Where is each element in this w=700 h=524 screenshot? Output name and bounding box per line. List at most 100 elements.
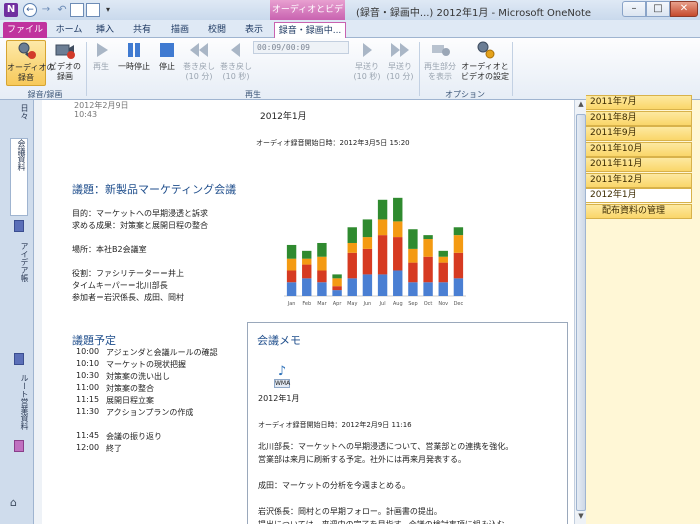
agenda-purpose[interactable]: 目的：マーケットへの早期浸透と訴求 xyxy=(72,208,208,219)
notebook-tray-icon[interactable]: ⌂ xyxy=(10,496,24,510)
tab-insert[interactable]: 挿入 xyxy=(88,22,122,38)
memo-file-date: 2012年1月 xyxy=(258,394,300,403)
page-tab[interactable]: 2011年7月 xyxy=(586,95,692,110)
dock-to-desktop-icon[interactable] xyxy=(70,3,84,17)
schedule-item[interactable]: マーケットの現状把握 xyxy=(106,359,186,370)
window-title: (録音・録画中...) 2012年1月 - Microsoft OneNote xyxy=(356,8,592,19)
schedule-time[interactable]: 11:45 xyxy=(76,431,99,440)
schedule-item[interactable]: アクションプランの作成 xyxy=(106,407,193,418)
schedule-item[interactable]: 終了 xyxy=(106,443,122,454)
show-playback-section-button[interactable]: 再生部分 を表示 xyxy=(421,40,459,86)
scrollbar-thumb[interactable] xyxy=(576,114,586,511)
chart-bar-segment xyxy=(302,278,312,296)
customize-qat-icon[interactable]: ▾ xyxy=(103,3,113,17)
schedule-time[interactable]: 10:10 xyxy=(76,359,99,368)
page-tab[interactable]: 2011年10月 xyxy=(586,141,692,157)
pause-button[interactable]: 一時停止 xyxy=(115,40,153,86)
close-button[interactable]: ✕ xyxy=(670,1,698,17)
wma-file-icon[interactable]: ♪ WMA xyxy=(274,365,290,388)
page-tab[interactable]: 2011年11月 xyxy=(586,157,692,172)
scroll-down-icon[interactable]: ▼ xyxy=(576,512,586,524)
page-tab[interactable]: 2011年8月 xyxy=(586,110,692,126)
memo-line[interactable]: 岩沢係長：岡村との早期フォロー。計画書の提出。 xyxy=(258,506,442,517)
schedule-item[interactable]: 対策案の洗い出し xyxy=(106,371,170,382)
tab-file[interactable]: ファイル xyxy=(3,22,47,38)
rewind-double-icon xyxy=(190,43,208,57)
tab-home[interactable]: ホーム xyxy=(51,22,87,38)
agenda-heading[interactable]: 議題：新製品マーケティング会議 xyxy=(72,181,236,197)
settings-microphone-icon xyxy=(477,41,495,59)
memo-heading[interactable]: 会議メモ xyxy=(257,332,301,348)
agenda-timekeeper[interactable]: タイムキーパー＝北川部長 xyxy=(72,280,168,291)
chart-bar-segment xyxy=(408,248,418,263)
back-icon[interactable]: ← xyxy=(23,3,37,17)
rewind-10sec-button[interactable]: 巻き戻し (10 秒) xyxy=(218,40,254,86)
memo-line[interactable]: 成田：マーケットの分析を今週まとめる。 xyxy=(258,480,410,491)
stop-icon xyxy=(160,43,174,57)
page-tab[interactable]: 2011年9月 xyxy=(586,126,692,141)
schedule-item[interactable]: アジェンダと会議ルールの確認 xyxy=(106,347,218,358)
tab-draw[interactable]: 描画 xyxy=(162,22,198,38)
chart-bar-segment xyxy=(347,242,357,253)
undo-icon[interactable]: ↶ xyxy=(55,3,69,17)
agenda-attendees[interactable]: 参加者＝岩沢係長、成田、岡村 xyxy=(72,292,184,303)
full-page-view-icon[interactable] xyxy=(86,3,100,17)
page-tab[interactable]: 2012年1月 xyxy=(586,188,692,203)
schedule-time[interactable]: 12:00 xyxy=(76,443,99,452)
section-tab-idea-book[interactable]: アイデア帳 xyxy=(8,242,30,342)
minimize-button[interactable]: – xyxy=(622,1,646,17)
schedule-time[interactable]: 10:30 xyxy=(76,371,99,380)
group-label-playback: 再生 xyxy=(245,90,261,99)
audio-video-settings-button[interactable]: オーディオと ビデオの設定 xyxy=(461,40,509,86)
schedule-item[interactable]: 対策案の整合 xyxy=(106,383,154,394)
play-button[interactable]: 再生 xyxy=(88,40,114,86)
tab-share[interactable]: 共有 xyxy=(123,22,161,38)
onenote-app-icon[interactable]: N xyxy=(4,3,18,17)
agenda-outcome[interactable]: 求める成果：対策案と展開日程の整合 xyxy=(72,220,208,231)
audio-record-button[interactable]: オーディオの 録音 xyxy=(6,40,54,86)
section-tab-sales-docs[interactable]: ルート営業資料 xyxy=(8,374,30,434)
schedule-time[interactable]: 11:15 xyxy=(76,395,99,404)
memo-line[interactable]: 提出については、来週中の完了を目指す。会議の検討事項に組み込む。 xyxy=(258,519,513,524)
section-tab-meeting-docs[interactable]: 会議資料 xyxy=(10,138,28,216)
chart-bar-segment xyxy=(332,290,342,296)
video-record-button[interactable]: ビデオの 録画 xyxy=(48,40,82,86)
memo-line[interactable]: 営業部は来月に刷新する予定。社外には再来月発表する。 xyxy=(258,454,466,465)
scroll-up-icon[interactable]: ▲ xyxy=(576,100,586,112)
page-tab[interactable]: 配布資料の管理 xyxy=(586,203,692,219)
page-tab[interactable]: 2011年12月 xyxy=(586,172,692,188)
forward-icon[interactable]: → xyxy=(39,3,53,17)
agenda-facilitator[interactable]: 役割：ファシリテーター＝井上 xyxy=(72,268,184,279)
vertical-scrollbar[interactable]: ▲ ▼ xyxy=(574,100,586,524)
chart-bar-segment xyxy=(453,278,464,296)
chart-bar-segment xyxy=(317,270,327,283)
schedule-time[interactable]: 11:00 xyxy=(76,383,99,392)
schedule-item[interactable]: 展開日程立案 xyxy=(106,395,154,406)
agenda-place[interactable]: 場所：本社B2会議室 xyxy=(72,244,147,255)
memo-line[interactable]: 北川部長：マーケットへの早期浸透について、営業部との連携を強化。 xyxy=(258,441,513,452)
chart-bar-segment xyxy=(317,282,327,296)
maximize-button[interactable]: □ xyxy=(646,1,670,17)
forward-10sec-button[interactable]: 早送り (10 秒) xyxy=(352,40,382,86)
schedule-heading[interactable]: 議題予定 xyxy=(72,332,116,348)
schedule-time[interactable]: 11:30 xyxy=(76,407,99,416)
tab-review[interactable]: 校閲 xyxy=(199,22,235,38)
group-label-options: オプション xyxy=(445,90,485,99)
schedule-time[interactable]: 10:00 xyxy=(76,347,99,356)
meeting-memo-container[interactable]: 会議メモ ♪ WMA 2012年1月 オーディオ録音開始日時：2012年2月9日… xyxy=(247,322,568,524)
ribbon-separator xyxy=(512,42,513,96)
chart-bar-segment xyxy=(423,235,433,240)
stop-button[interactable]: 停止 xyxy=(154,40,180,86)
rewind-10min-button[interactable]: 巻き戻し (10 分) xyxy=(181,40,217,86)
tab-recording[interactable]: 録音・録画中... xyxy=(274,22,346,38)
page-title[interactable]: 2012年1月 xyxy=(260,109,307,122)
bar-chart[interactable]: Jan Feb Mar Apr May Jun Jul Aug Sep Oct Nov Dec xyxy=(254,182,472,312)
chart-x-tick-label: Dec xyxy=(454,301,464,307)
tab-view[interactable]: 表示 xyxy=(236,22,272,38)
schedule-item[interactable]: 会議の振り返り xyxy=(106,431,162,442)
chart-bar-segment xyxy=(286,270,297,283)
section-tab-daily[interactable]: 日々 xyxy=(8,104,30,130)
forward-10min-button[interactable]: 早送り (10 分) xyxy=(384,40,416,86)
page-content-area[interactable]: 2012年2月9日 10:43 2012年1月 オーディオ録音開始日時：2012… xyxy=(34,100,574,524)
playback-section-icon xyxy=(432,45,450,56)
